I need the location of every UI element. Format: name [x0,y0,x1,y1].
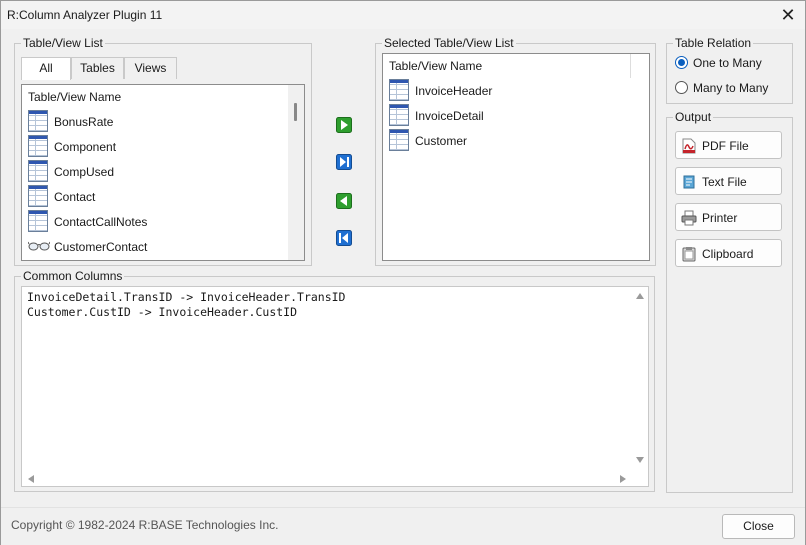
tab-all[interactable]: All [21,57,71,80]
common-columns-textarea[interactable]: InvoiceDetail.TransID -> InvoiceHeader.T… [21,286,649,487]
list-item-label: Component [54,140,117,154]
radio-button-selected[interactable] [675,56,688,69]
clipboard-button[interactable]: Clipboard [675,239,782,267]
text-file-button-label: Text File [702,175,747,189]
table-view-listbox[interactable]: Table/View Name BonusRate Component Comp… [21,84,305,261]
close-button[interactable]: Close [722,514,795,539]
table-icon [28,135,48,157]
view-glasses-icon [28,241,50,251]
radio-one-to-many-label: One to Many [693,56,762,70]
column-header-divider [630,54,631,78]
common-columns-text: InvoiceDetail.TransID -> InvoiceHeader.T… [27,290,346,320]
printer-button-label: Printer [702,211,738,225]
common-column-line: Customer.CustID -> InvoiceHeader.CustID [27,305,298,319]
clipboard-icon [682,247,696,262]
table-icon [28,185,48,207]
printer-button[interactable]: Printer [675,203,782,231]
tab-all-label: All [39,61,53,75]
pdf-file-button[interactable]: PDF File [675,131,782,159]
radio-button[interactable] [675,81,688,94]
window-title: R:Column Analyzer Plugin 11 [7,8,163,22]
list-item-label: CompUsed [54,165,115,179]
table-icon [389,79,409,101]
radio-many-to-many-label: Many to Many [693,81,769,95]
list-item-label: InvoiceHeader [415,84,493,98]
tab-views[interactable]: Views [124,57,177,79]
remove-selected-icon[interactable] [336,193,352,209]
tab-tables-label: Tables [80,61,115,75]
table-icon [28,210,48,232]
title-bar: R:Column Analyzer Plugin 11 ✕ [1,1,805,29]
scrollbar-thumb[interactable] [294,103,297,121]
tab-views-label: Views [134,61,167,75]
remove-all-icon[interactable] [336,230,352,246]
table-icon [389,104,409,126]
copyright-text: Copyright © 1982-2024 R:BASE Technologie… [11,518,279,532]
table-relation-group: Table Relation One to Many Many to Many [666,36,793,104]
list-item-label: Customer [415,134,468,148]
add-selected-icon[interactable] [336,117,352,133]
common-columns-group: Common Columns InvoiceDetail.TransID -> … [14,269,655,492]
list-item-label: CustomerContact [54,240,148,254]
scroll-down-icon[interactable] [636,456,644,464]
pdf-file-button-label: PDF File [702,139,749,153]
tab-tables[interactable]: Tables [71,57,124,79]
vertical-scrollbar[interactable] [632,287,648,471]
output-group: Output PDF File Text File Printer Clipbo… [666,110,793,493]
selected-list-group: Selected Table/View List Table/View Name… [375,36,656,266]
horizontal-scrollbar[interactable] [22,471,632,486]
table-icon [28,110,48,132]
scroll-up-icon[interactable] [636,292,644,300]
output-label: Output [673,110,714,124]
list-item-label: BonusRate [54,115,114,129]
close-button-label: Close [743,519,774,533]
printer-icon [681,210,697,226]
table-icon [389,129,409,151]
list-item-label: Contact [54,190,96,204]
table-view-list-group: Table/View List All Tables Views Table/V… [14,36,312,266]
close-window-button[interactable]: ✕ [773,3,803,27]
selected-listbox[interactable]: Table/View Name InvoiceHeader InvoiceDet… [382,53,650,261]
pdf-icon [682,138,696,154]
dialog-window: R:Column Analyzer Plugin 11 ✕ Table/View… [0,0,806,545]
scroll-right-icon[interactable] [619,475,627,483]
add-all-icon[interactable] [336,154,352,170]
text-file-icon [683,175,695,189]
list-item-label: InvoiceDetail [415,109,484,123]
clipboard-button-label: Clipboard [702,247,754,261]
dialog-footer: Copyright © 1982-2024 R:BASE Technologie… [1,507,805,545]
text-file-button[interactable]: Text File [675,167,782,195]
table-icon [28,160,48,182]
list-item-label: ContactCallNotes [54,215,148,229]
column-header-table-view-name: Table/View Name [389,59,483,73]
selected-list-label: Selected Table/View List [382,36,516,50]
vertical-scrollbar[interactable] [288,85,304,260]
close-icon: ✕ [780,5,796,25]
common-columns-label: Common Columns [21,269,125,283]
scroll-left-icon[interactable] [27,475,35,483]
column-header-table-view-name: Table/View Name [28,90,122,104]
table-view-list-label: Table/View List [21,36,105,50]
table-relation-label: Table Relation [673,36,754,50]
common-column-line: InvoiceDetail.TransID -> InvoiceHeader.T… [27,290,346,304]
